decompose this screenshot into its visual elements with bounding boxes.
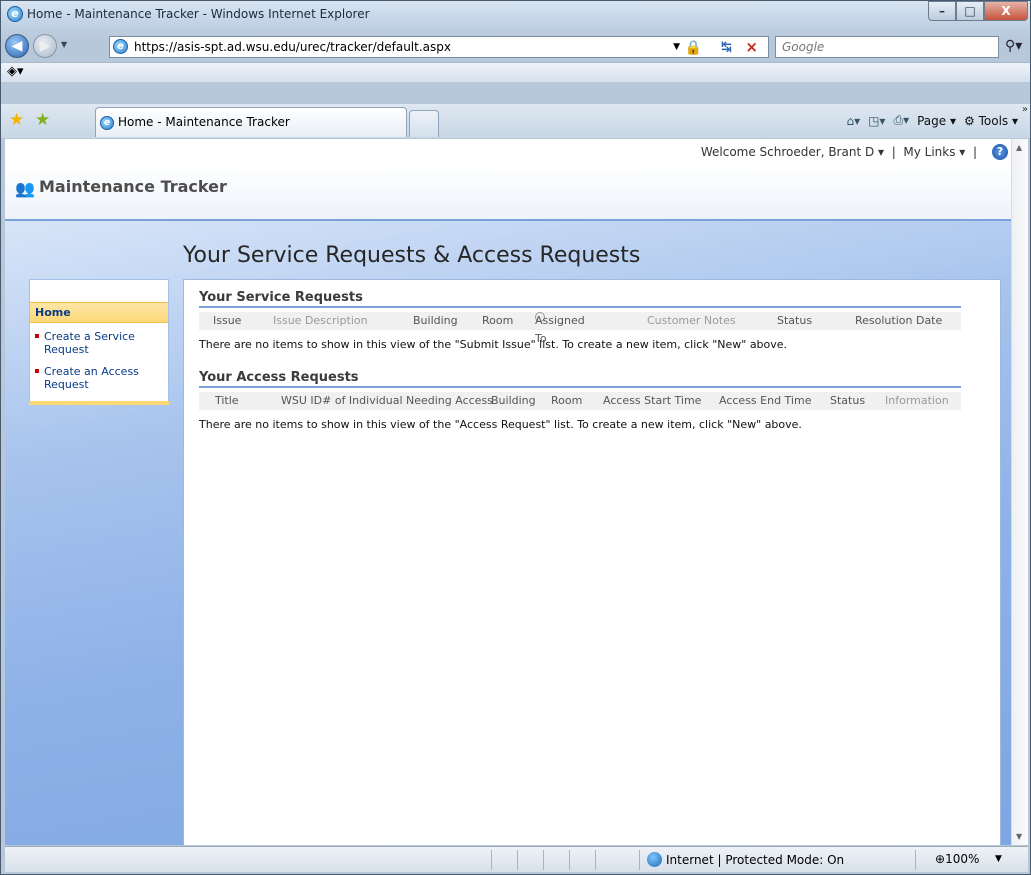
page-menu-label: Page xyxy=(917,113,947,128)
col-header[interactable]: Access Start Time xyxy=(603,392,701,410)
security-zone[interactable]: Internet | Protected Mode: On xyxy=(647,852,844,867)
close-button[interactable]: X xyxy=(984,1,1028,21)
col-header[interactable]: Access End Time xyxy=(719,392,811,410)
forward-button[interactable]: ▶ xyxy=(33,34,57,58)
help-icon[interactable]: ? xyxy=(992,144,1008,160)
col-header: Issue Description xyxy=(273,314,368,327)
zoom-dropdown-icon[interactable]: ▼ xyxy=(995,854,1002,864)
divider xyxy=(569,850,570,870)
home-icon[interactable]: ⌂▾ xyxy=(846,114,860,128)
divider xyxy=(543,850,544,870)
col-header[interactable]: Room xyxy=(551,392,582,410)
zoom-level[interactable]: ⊕100% xyxy=(935,852,979,866)
divider xyxy=(491,850,492,870)
col-header[interactable]: WSU ID# of Individual Needing Access xyxy=(281,392,493,410)
lock-icon[interactable]: 🔒 xyxy=(685,38,702,58)
refresh-icon[interactable]: ↹ xyxy=(721,38,732,58)
print-icon[interactable]: ⎙▾ xyxy=(893,113,909,128)
site-logo-icon: 👥 xyxy=(15,179,35,198)
feeds-icon[interactable]: ◳▾ xyxy=(868,114,885,128)
quicklaunch-item-create-service-request[interactable]: Create a Service Request xyxy=(30,327,168,356)
welcome-menu[interactable]: Welcome Schroeder, Brant D ▾ xyxy=(701,145,884,159)
stop-icon[interactable]: × xyxy=(745,37,758,57)
zoom-text: 100% xyxy=(945,852,980,866)
status-bar: Internet | Protected Mode: On ⊕100% ▼ xyxy=(5,846,1028,872)
recent-pages-dropdown-icon[interactable]: ▼ xyxy=(61,40,67,49)
title-bar: e Home - Maintenance Tracker - Windows I… xyxy=(1,1,1030,29)
col-header: Customer Notes xyxy=(647,314,736,327)
page-title: Your Service Requests & Access Requests xyxy=(183,243,641,268)
tab-home[interactable]: e Home - Maintenance Tracker xyxy=(95,107,407,137)
toolbar-addon-icon[interactable]: ◈▾ xyxy=(7,64,24,79)
page-viewport: Welcome Schroeder, Brant D ▾ | My Links … xyxy=(5,139,1028,845)
search-input[interactable]: Google xyxy=(775,36,999,58)
divider xyxy=(915,850,916,870)
my-links-menu[interactable]: My Links ▾ xyxy=(903,145,965,159)
divider xyxy=(595,850,596,870)
globe-icon xyxy=(647,852,662,867)
welcome-text: Welcome Schroeder, Brant D xyxy=(700,145,875,159)
zone-text: Internet | Protected Mode: On xyxy=(666,853,845,867)
menu-row: ◈▾ xyxy=(1,62,1030,82)
service-empty-message: There are no items to show in this view … xyxy=(199,338,788,351)
col-header[interactable]: Resolution Date xyxy=(855,312,942,330)
back-button[interactable]: ◀ xyxy=(5,34,29,58)
tab-row: ★ ★ e Home - Maintenance Tracker ⌂▾ ◳▾ ⎙▾… xyxy=(1,104,1030,138)
site-name[interactable]: Maintenance Tracker xyxy=(39,177,227,196)
tab-page-icon: e xyxy=(100,115,114,130)
maximize-button[interactable]: □ xyxy=(956,1,984,21)
quick-launch: Home Create a Service Request Create an … xyxy=(29,279,169,403)
favorites-star-icon[interactable]: ★ xyxy=(9,110,24,130)
col-header[interactable]: Title xyxy=(215,392,239,410)
add-favorites-icon[interactable]: ★ xyxy=(35,110,50,130)
url-text: https://asis-spt.ad.wsu.edu/urec/tracker… xyxy=(134,40,451,54)
service-requests-title: Your Service Requests xyxy=(199,290,961,308)
col-header[interactable]: Status xyxy=(830,392,865,410)
quicklaunch-item-create-access-request[interactable]: Create an Access Request xyxy=(30,362,168,391)
col-header[interactable]: Status xyxy=(777,312,812,330)
col-header[interactable]: Issue xyxy=(213,312,241,330)
window-title: Home - Maintenance Tracker - Windows Int… xyxy=(27,7,370,21)
page-icon: e xyxy=(113,39,128,54)
access-requests-title: Your Access Requests xyxy=(199,370,961,388)
tools-menu-label: Tools xyxy=(978,113,1009,128)
vertical-scrollbar[interactable]: ▲ ▼ xyxy=(1011,139,1028,845)
search-icon[interactable]: ⚲▾ xyxy=(1005,38,1022,54)
address-dropdown-icon[interactable]: ▼ xyxy=(673,37,680,57)
site-header: 👥 Maintenance Tracker xyxy=(5,163,1011,219)
chevron-more-icon[interactable]: » xyxy=(1022,104,1028,115)
ie-logo-icon: e xyxy=(7,6,23,22)
main-content: Your Service Requests Issue Issue Descri… xyxy=(183,279,1001,845)
col-header[interactable]: Room xyxy=(482,312,513,330)
col-header[interactable]: Building xyxy=(491,392,536,410)
zoom-icon: ⊕ xyxy=(935,852,946,866)
new-tab-button[interactable] xyxy=(409,110,439,137)
page-menu[interactable]: Page ▾ xyxy=(917,114,956,128)
address-input[interactable]: e https://asis-spt.ad.wsu.edu/urec/track… xyxy=(109,36,769,58)
service-requests-header-row: Issue Issue Description Building Room As… xyxy=(199,312,961,345)
scroll-up-icon[interactable]: ▲ xyxy=(1016,143,1022,152)
col-header[interactable]: Building xyxy=(413,312,458,330)
minimize-button[interactable]: – xyxy=(928,1,956,21)
my-links-label: My Links xyxy=(903,145,956,159)
gear-icon: ⚙ xyxy=(964,113,975,128)
divider xyxy=(639,850,640,870)
quicklaunch-footer xyxy=(29,401,169,405)
divider xyxy=(517,850,518,870)
quicklaunch-home[interactable]: Home xyxy=(30,302,168,323)
tools-menu[interactable]: ⚙ Tools ▾ xyxy=(964,114,1018,128)
col-header: Information xyxy=(885,394,949,407)
scroll-down-icon[interactable]: ▼ xyxy=(1016,832,1022,841)
browser-window: e Home - Maintenance Tracker - Windows I… xyxy=(0,0,1031,875)
tab-label: Home - Maintenance Tracker xyxy=(118,115,290,129)
divider xyxy=(5,219,1011,221)
access-empty-message: There are no items to show in this view … xyxy=(199,418,802,431)
welcome-bar: Welcome Schroeder, Brant D ▾ | My Links … xyxy=(700,145,977,159)
access-requests-header-row: Title WSU ID# of Individual Needing Acce… xyxy=(199,392,961,410)
address-bar-row: ◀ ▶ ▼ e https://asis-spt.ad.wsu.edu/urec… xyxy=(1,31,1030,61)
